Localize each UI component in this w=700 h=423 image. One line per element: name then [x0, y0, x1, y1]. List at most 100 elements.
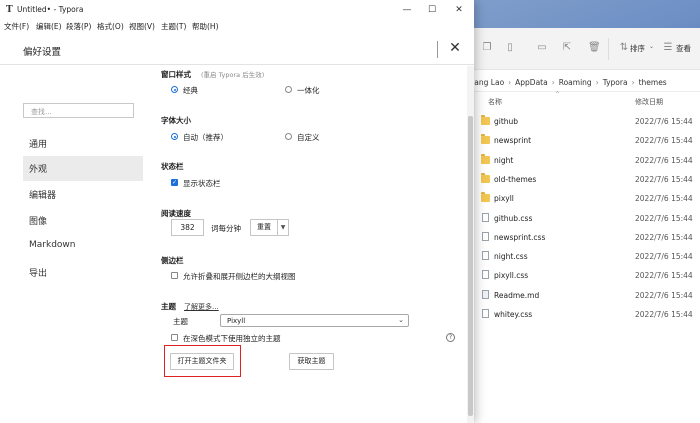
column-header-date[interactable]: 修改日期: [635, 97, 663, 107]
list-item[interactable]: whitey.css 2022/7/6 15:44: [480, 305, 700, 324]
radio-unified[interactable]: [285, 86, 292, 93]
breadcrumb-item[interactable]: AppData: [515, 78, 548, 87]
file-name: pixyll.css: [494, 271, 529, 281]
dialog-title: 偏好设置: [23, 47, 62, 58]
help-icon[interactable]: ?: [446, 333, 455, 342]
file-name: pixyll: [494, 194, 514, 204]
delete-icon[interactable]: 🗑: [588, 42, 601, 54]
file-modified-date: 2022/7/6 15:44: [635, 310, 693, 319]
checkbox-dark-mode-theme[interactable]: [171, 334, 178, 341]
minimize-button[interactable]: —: [400, 3, 414, 17]
search-input[interactable]: 查找...: [23, 103, 134, 118]
section-title-font-size: 字体大小: [161, 116, 191, 125]
list-item[interactable]: github.css 2022/7/6 15:44: [480, 209, 700, 228]
menu-edit[interactable]: 编辑(E): [36, 21, 62, 32]
close-window-button[interactable]: ✕: [452, 3, 466, 17]
file-explorer-window: ❐ ▯ ▭ ⇱ 🗑 ⇅ 排序 ⌄ ☰ 查看 Jiang Lao › AppData ›…: [440, 28, 700, 423]
address-bar[interactable]: Jiang Lao › AppData › Roaming › Typora › themes: [470, 74, 700, 92]
file-modified-date: 2022/7/6 15:44: [635, 290, 693, 300]
nav-item-export[interactable]: 导出: [23, 260, 143, 285]
sort-indicator-icon: ^: [555, 91, 561, 98]
nav-item-image[interactable]: 图像: [23, 208, 143, 233]
menu-file[interactable]: 文件(F): [4, 21, 29, 32]
file-name: night.css: [494, 252, 528, 262]
list-item[interactable]: Readme.md 2022/7/6 15:44: [480, 286, 700, 305]
copy-icon[interactable]: ❐: [481, 42, 493, 54]
share-icon[interactable]: ⇱: [561, 42, 573, 54]
file-modified-date: 2022/7/6 15:44: [635, 136, 693, 146]
checkbox-show-status-bar[interactable]: ✓: [171, 179, 178, 186]
section-title-reading-speed: 阅读速度: [161, 209, 191, 218]
typora-window: T Untitled• - Typora — ☐ ✕ 文件(F) 编辑(E) 段…: [0, 0, 474, 423]
folder-icon: [481, 192, 490, 203]
view-button[interactable]: 查看: [676, 43, 691, 54]
list-item[interactable]: old-themes 2022/7/6 15:44: [480, 170, 700, 189]
file-modified-date: 2022/7/6 15:44: [635, 252, 693, 262]
header-divider: [437, 41, 438, 58]
nav-item-general[interactable]: 通用: [23, 131, 143, 156]
list-item[interactable]: newsprint 2022/7/6 15:44: [480, 131, 700, 150]
nav-item-editor[interactable]: 编辑器: [23, 182, 143, 207]
chevron-right-icon: ›: [631, 78, 635, 87]
sort-button[interactable]: 排序: [630, 43, 645, 54]
chevron-down-icon: ⌄: [649, 43, 655, 50]
radio-auto[interactable]: [171, 133, 178, 140]
reset-dropdown-icon[interactable]: ▼: [277, 219, 289, 236]
radio-classic[interactable]: [171, 86, 178, 93]
option-auto-label: 自动（推荐）: [183, 133, 228, 142]
list-item[interactable]: github 2022/7/6 15:44: [480, 112, 700, 131]
close-dialog-button[interactable]: ✕: [447, 39, 463, 57]
menu-help[interactable]: 帮助(H): [192, 21, 219, 32]
section-title-sidebar: 侧边栏: [161, 256, 184, 265]
section-title-text: 主题: [161, 302, 176, 311]
learn-more-link[interactable]: 了解更多...: [184, 303, 219, 311]
toolbar-divider: [608, 38, 609, 60]
list-item[interactable]: night.css 2022/7/6 15:44: [480, 247, 700, 266]
file-name: Readme.md: [494, 290, 540, 300]
paste-icon[interactable]: ▯: [504, 42, 516, 54]
radio-custom[interactable]: [285, 133, 292, 140]
menu-theme[interactable]: 主题(T): [161, 21, 186, 32]
folder-icon: [481, 134, 490, 145]
breadcrumb-item[interactable]: themes: [639, 78, 667, 87]
folder-icon: [481, 172, 490, 183]
nav-item-markdown[interactable]: Markdown: [23, 234, 143, 259]
open-theme-folder-button[interactable]: 打开主题文件夹: [170, 353, 234, 370]
scrollbar-thumb[interactable]: [468, 116, 473, 416]
file-name: old-themes: [494, 174, 537, 184]
file-name: newsprint.css: [494, 232, 546, 242]
list-item[interactable]: night 2022/7/6 15:44: [480, 151, 700, 170]
menu-paragraph[interactable]: 段落(P): [66, 21, 91, 32]
breadcrumb-item[interactable]: Jiang Lao: [470, 78, 504, 87]
list-item[interactable]: pixyll.css 2022/7/6 15:44: [480, 266, 700, 285]
checkbox-sidebar-outline-label: 允许折叠和展开侧边栏的大纲视图: [183, 272, 296, 281]
theme-select[interactable]: Pixyll ⌄: [220, 314, 409, 327]
restart-note: (重启 Typora 后生效): [201, 71, 265, 79]
file-modified-date: 2022/7/6 15:44: [635, 271, 693, 281]
option-classic-label: 经典: [183, 86, 198, 95]
rename-icon[interactable]: ▭: [536, 42, 548, 54]
menu-format[interactable]: 格式(O): [97, 21, 124, 32]
nav-item-label: 编辑器: [29, 191, 57, 201]
file-icon: [482, 289, 489, 299]
window-title: Untitled• - Typora: [17, 5, 84, 14]
nav-item-label: 导出: [29, 269, 48, 279]
column-header-name[interactable]: 名称: [488, 97, 502, 107]
list-item[interactable]: newsprint.css 2022/7/6 15:44: [480, 228, 700, 247]
file-icon: [482, 251, 489, 261]
list-item[interactable]: pixyll 2022/7/6 15:44: [480, 189, 700, 208]
reset-button[interactable]: 重置: [250, 219, 278, 236]
get-themes-button[interactable]: 获取主题: [289, 353, 334, 370]
reading-speed-input[interactable]: 382: [171, 219, 204, 236]
checkbox-dark-mode-theme-label: 在深色模式下使用独立的主题: [183, 334, 281, 343]
checkbox-sidebar-outline[interactable]: [171, 272, 178, 279]
file-modified-date: 2022/7/6 15:44: [635, 194, 693, 204]
breadcrumb-item[interactable]: Typora: [603, 78, 628, 87]
maximize-button[interactable]: ☐: [425, 3, 439, 17]
menu-view[interactable]: 视图(V): [129, 21, 155, 32]
theme-select-value: Pixyll: [227, 317, 246, 325]
breadcrumb-item[interactable]: Roaming: [559, 78, 592, 87]
preferences-header: 偏好设置 ✕: [0, 33, 474, 65]
file-modified-date: 2022/7/6 15:44: [635, 213, 693, 223]
nav-item-appearance[interactable]: 外观: [23, 156, 143, 181]
